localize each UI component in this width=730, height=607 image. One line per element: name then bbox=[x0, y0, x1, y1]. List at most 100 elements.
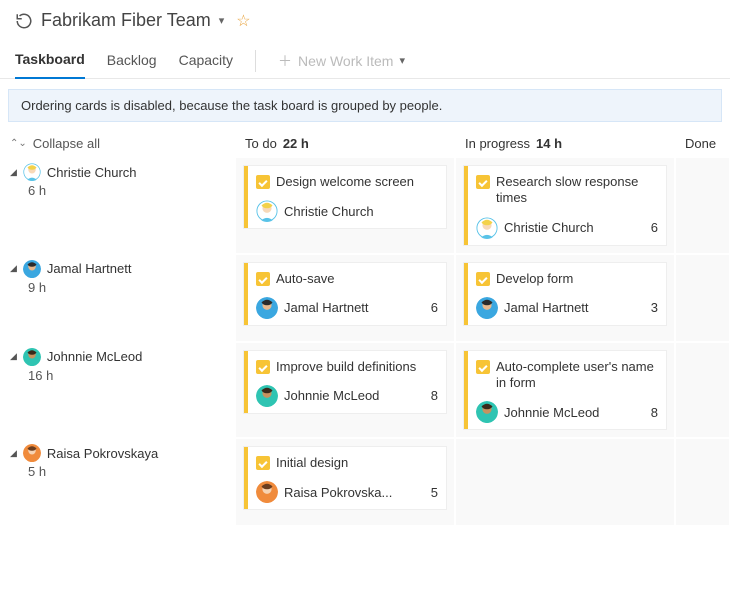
collapse-triangle-icon: ◢ bbox=[10, 263, 17, 274]
new-work-item-button[interactable]: ＋ New Work Item ▾ bbox=[278, 51, 405, 71]
task-hours: 5 bbox=[431, 485, 438, 500]
tab-backlog[interactable]: Backlog bbox=[107, 44, 157, 78]
cell-done[interactable] bbox=[675, 254, 730, 342]
info-bar: Ordering cards is disabled, because the … bbox=[8, 89, 722, 122]
assignee-avatar bbox=[476, 401, 498, 423]
assignee-avatar bbox=[256, 297, 278, 319]
assignee-name: Jamal Hartnett bbox=[284, 300, 369, 315]
task-hours: 8 bbox=[651, 405, 658, 420]
tab-capacity[interactable]: Capacity bbox=[179, 44, 233, 78]
tab-taskboard[interactable]: Taskboard bbox=[15, 43, 85, 79]
column-todo-hours: 22 h bbox=[283, 136, 309, 151]
refresh-icon[interactable] bbox=[15, 12, 33, 30]
cell-todo[interactable]: Initial design Raisa Pokrovska... 5 bbox=[235, 438, 455, 526]
task-title: Improve build definitions bbox=[276, 359, 438, 375]
assignee-name: Christie Church bbox=[504, 220, 594, 235]
task-card[interactable]: Develop form Jamal Hartnett 3 bbox=[464, 263, 666, 325]
assignee-name: Jamal Hartnett bbox=[504, 300, 589, 315]
cell-done[interactable] bbox=[675, 438, 730, 526]
task-card[interactable]: Improve build definitions Johnnie McLeod… bbox=[244, 351, 446, 413]
person-hours: 16 h bbox=[28, 368, 225, 383]
tab-separator bbox=[255, 50, 256, 72]
cell-todo[interactable]: Design welcome screen Christie Church bbox=[235, 157, 455, 254]
assignee-avatar bbox=[256, 481, 278, 503]
collapse-triangle-icon: ◢ bbox=[10, 448, 17, 459]
favorite-star-icon[interactable]: ☆ bbox=[236, 11, 250, 31]
person-hours: 6 h bbox=[28, 183, 225, 198]
task-card[interactable]: Auto-complete user's name in form Johnni… bbox=[464, 351, 666, 430]
task-title: Initial design bbox=[276, 455, 438, 471]
task-title: Develop form bbox=[496, 271, 658, 287]
person-row-header: ◢ Raisa Pokrovskaya 5 h bbox=[0, 438, 235, 526]
person-row-header: ◢ Jamal Hartnett 9 h bbox=[0, 254, 235, 342]
person-row-header: ◢ Christie Church 6 h bbox=[0, 157, 235, 254]
column-inprogress-label: In progress bbox=[465, 136, 530, 151]
task-title: Research slow response times bbox=[496, 174, 658, 207]
task-icon bbox=[256, 360, 270, 374]
column-header-inprogress: In progress 14 h bbox=[455, 130, 675, 157]
assignee-avatar bbox=[256, 200, 278, 222]
plus-icon: ＋ bbox=[278, 51, 292, 71]
person-name: Raisa Pokrovskaya bbox=[47, 446, 158, 461]
task-icon bbox=[256, 272, 270, 286]
assignee-avatar bbox=[476, 297, 498, 319]
assignee-avatar bbox=[256, 385, 278, 407]
cell-done[interactable] bbox=[675, 342, 730, 439]
task-title: Auto-save bbox=[276, 271, 438, 287]
collapse-all-label: Collapse all bbox=[33, 136, 100, 151]
person-avatar bbox=[23, 444, 41, 462]
task-card[interactable]: Research slow response times Christie Ch… bbox=[464, 166, 666, 245]
cell-inprogress[interactable]: Develop form Jamal Hartnett 3 bbox=[455, 254, 675, 342]
person-toggle[interactable]: ◢ Jamal Hartnett bbox=[10, 260, 225, 278]
person-avatar bbox=[23, 348, 41, 366]
task-hours: 6 bbox=[651, 220, 658, 235]
task-icon bbox=[256, 175, 270, 189]
assignee-avatar bbox=[476, 217, 498, 239]
task-card[interactable]: Design welcome screen Christie Church bbox=[244, 166, 446, 228]
assignee-name: Christie Church bbox=[284, 204, 374, 219]
task-card[interactable]: Initial design Raisa Pokrovska... 5 bbox=[244, 447, 446, 509]
task-icon bbox=[476, 175, 490, 189]
person-toggle[interactable]: ◢ Johnnie McLeod bbox=[10, 348, 225, 366]
task-card[interactable]: Auto-save Jamal Hartnett 6 bbox=[244, 263, 446, 325]
person-row-header: ◢ Johnnie McLeod 16 h bbox=[0, 342, 235, 439]
assignee-name: Raisa Pokrovska... bbox=[284, 485, 392, 500]
person-toggle[interactable]: ◢ Christie Church bbox=[10, 163, 225, 181]
assignee-name: Johnnie McLeod bbox=[504, 405, 599, 420]
team-chevron-down-icon[interactable]: ▾ bbox=[219, 14, 225, 27]
task-hours: 3 bbox=[651, 300, 658, 315]
column-todo-label: To do bbox=[245, 136, 277, 151]
person-hours: 5 h bbox=[28, 464, 225, 479]
column-header-done: Done bbox=[675, 130, 730, 157]
task-icon bbox=[476, 360, 490, 374]
person-avatar bbox=[23, 260, 41, 278]
collapse-all-button[interactable]: ⌃⌄ Collapse all bbox=[0, 130, 235, 157]
column-done-label: Done bbox=[685, 136, 716, 151]
task-hours: 8 bbox=[431, 388, 438, 403]
person-avatar bbox=[23, 163, 41, 181]
cell-inprogress[interactable]: Auto-complete user's name in form Johnni… bbox=[455, 342, 675, 439]
task-hours: 6 bbox=[431, 300, 438, 315]
collapse-triangle-icon: ◢ bbox=[10, 351, 17, 362]
tab-bar: Taskboard Backlog Capacity ＋ New Work It… bbox=[0, 43, 730, 79]
person-name: Christie Church bbox=[47, 165, 137, 180]
task-icon bbox=[476, 272, 490, 286]
person-name: Jamal Hartnett bbox=[47, 261, 132, 276]
person-toggle[interactable]: ◢ Raisa Pokrovskaya bbox=[10, 444, 225, 462]
assignee-name: Johnnie McLeod bbox=[284, 388, 379, 403]
task-icon bbox=[256, 456, 270, 470]
collapse-triangle-icon: ◢ bbox=[10, 167, 17, 178]
page-title: Fabrikam Fiber Team bbox=[41, 10, 211, 31]
new-work-item-label: New Work Item bbox=[298, 53, 393, 69]
task-title: Auto-complete user's name in form bbox=[496, 359, 658, 392]
cell-todo[interactable]: Auto-save Jamal Hartnett 6 bbox=[235, 254, 455, 342]
column-inprogress-hours: 14 h bbox=[536, 136, 562, 151]
cell-todo[interactable]: Improve build definitions Johnnie McLeod… bbox=[235, 342, 455, 439]
cell-inprogress[interactable]: Research slow response times Christie Ch… bbox=[455, 157, 675, 254]
cell-done[interactable] bbox=[675, 157, 730, 254]
column-header-todo: To do 22 h bbox=[235, 130, 455, 157]
cell-inprogress[interactable] bbox=[455, 438, 675, 526]
taskboard-grid: ⌃⌄ Collapse all To do 22 h In progress 1… bbox=[0, 130, 730, 526]
new-work-item-chevron-icon: ▾ bbox=[399, 54, 405, 67]
collapse-all-icon: ⌃⌄ bbox=[10, 138, 27, 149]
